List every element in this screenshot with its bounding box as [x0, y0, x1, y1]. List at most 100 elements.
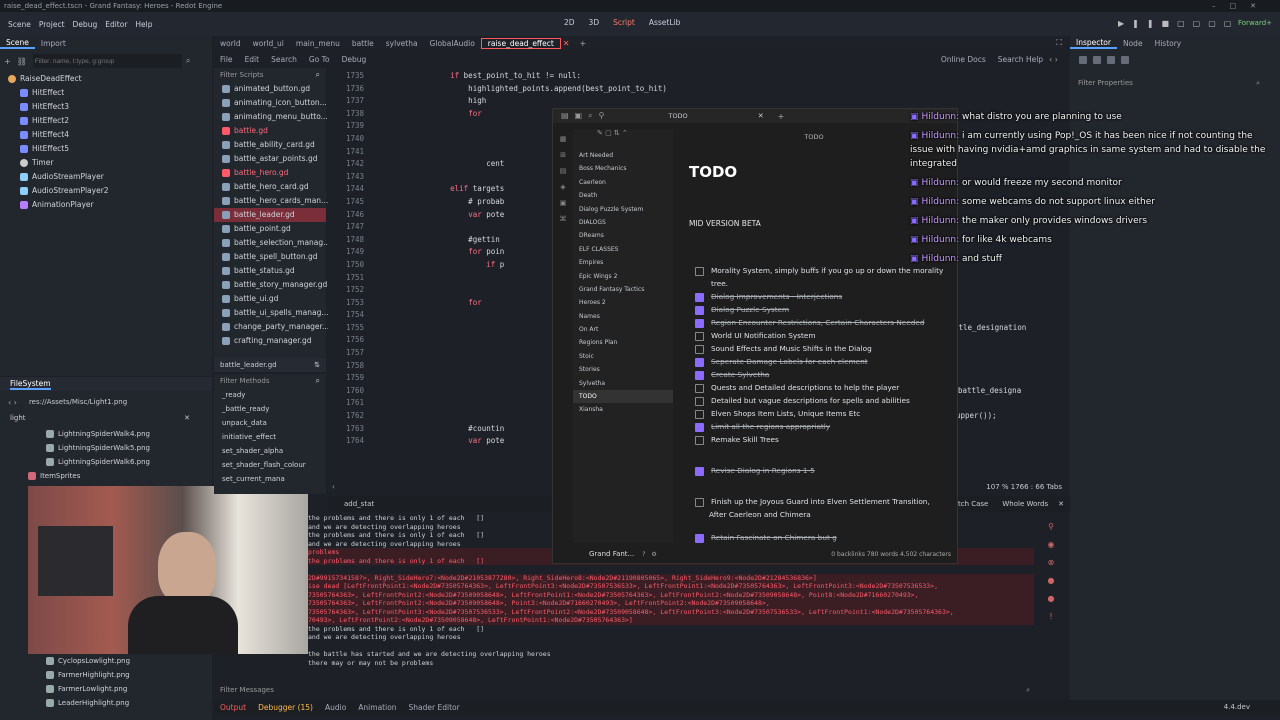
- notes-folder[interactable]: Epic Wings 2: [573, 270, 673, 283]
- script-item[interactable]: battle_ui.gd: [214, 292, 326, 306]
- tree-node[interactable]: HitEffect5: [8, 142, 212, 156]
- tree-node[interactable]: AudioStreamPlayer: [8, 170, 212, 184]
- todo-item[interactable]: Seperate Damage Labels for each element: [695, 355, 955, 368]
- collapse-arrow-icon[interactable]: ‹: [332, 483, 335, 491]
- menu-scene[interactable]: Scene: [8, 20, 31, 29]
- close-tab-icon[interactable]: ✕: [563, 39, 570, 48]
- notes-folder[interactable]: Death: [573, 189, 673, 202]
- scene-tab[interactable]: world: [214, 39, 247, 48]
- tab-import[interactable]: Import: [35, 39, 72, 48]
- script-item[interactable]: battle_hero_cards_man...: [214, 194, 328, 208]
- scene-tab[interactable]: main_menu: [290, 39, 346, 48]
- checkbox[interactable]: [695, 331, 704, 341]
- script-item[interactable]: battle_point.gd: [214, 222, 326, 236]
- close-tab-icon[interactable]: ✕: [758, 112, 764, 120]
- close-icon[interactable]: ✕: [1058, 500, 1064, 508]
- todo-item[interactable]: Remake Skill Trees: [695, 433, 955, 446]
- notes-folder[interactable]: Stories: [573, 363, 673, 376]
- script-item[interactable]: battle_hero_card.gd: [214, 180, 326, 194]
- script-item[interactable]: battle_spell_button.gd: [214, 250, 326, 264]
- todo-item[interactable]: Dialog Improvements - Interjections: [695, 290, 955, 303]
- tree-node[interactable]: HitEffect2: [8, 114, 212, 128]
- checkbox-checked[interactable]: [695, 533, 704, 543]
- checkbox[interactable]: [695, 266, 704, 276]
- checkbox-checked[interactable]: [695, 305, 704, 315]
- notes-folder[interactable]: Xiansha: [573, 403, 673, 416]
- notes-tab-title[interactable]: TODO: [668, 112, 687, 120]
- method-item[interactable]: _ready: [214, 388, 326, 402]
- open-icon[interactable]: [1093, 56, 1101, 64]
- tab-inspector[interactable]: Inspector: [1070, 38, 1117, 49]
- file-item[interactable]: LightningSpiderWalk4.png: [46, 427, 212, 441]
- checkbox-checked[interactable]: [695, 292, 704, 302]
- checkbox[interactable]: [695, 409, 704, 419]
- new-resource-icon[interactable]: [1079, 56, 1087, 64]
- method-item[interactable]: initiative_effect: [214, 430, 326, 444]
- script-item[interactable]: animated_button.gd: [214, 82, 326, 96]
- scene-tab[interactable]: sylvetha: [380, 39, 424, 48]
- save-icon[interactable]: [1107, 56, 1115, 64]
- script-menu-file[interactable]: File: [214, 55, 239, 64]
- help-icon[interactable]: ?: [642, 551, 645, 558]
- notes-folder[interactable]: Caerleon: [573, 176, 673, 189]
- todo-item[interactable]: Quests and Detailed descriptions to help…: [695, 381, 955, 394]
- file-item[interactable]: FarmerHighlight.png: [46, 668, 216, 682]
- filter-properties-input[interactable]: Filter Properties ⌕: [1070, 76, 1280, 90]
- script-item[interactable]: battle_leader.gd: [214, 208, 326, 222]
- add-node-icon[interactable]: +: [4, 57, 11, 66]
- scene-tab[interactable]: battle: [346, 39, 380, 48]
- todo-item[interactable]: Detailed but vague descriptions for spel…: [695, 394, 955, 407]
- todo-item[interactable]: Region Encounter Restrictions, Certain C…: [695, 316, 955, 329]
- notes-folder[interactable]: Heroes 2: [573, 296, 673, 309]
- tree-node[interactable]: HitEffect4: [8, 128, 212, 142]
- notes-folder[interactable]: Names: [573, 310, 673, 323]
- notes-ribbon[interactable]: ▦ ⊞ ▤ ◈ ▣ ⌘: [557, 131, 569, 227]
- menu-editor[interactable]: Editor: [105, 20, 127, 29]
- checkbox[interactable]: [695, 497, 704, 507]
- play-buttons[interactable]: ▶❚❚■▢▢▢▢: [1118, 19, 1239, 28]
- notes-folder[interactable]: Dialog Puzzle System: [573, 203, 673, 216]
- window-controls[interactable]: –□✕: [1212, 2, 1270, 10]
- history-arrows[interactable]: ‹ ›: [1049, 55, 1058, 64]
- extra-icon[interactable]: [1121, 56, 1129, 64]
- checkbox[interactable]: [695, 344, 704, 354]
- renderer-label[interactable]: Forward+: [1238, 19, 1272, 27]
- script-item[interactable]: battle_hero.gd: [214, 166, 326, 180]
- checkbox-checked[interactable]: [695, 357, 704, 367]
- menu-project[interactable]: Project: [39, 20, 65, 29]
- method-item[interactable]: set_current_mana: [214, 472, 326, 486]
- mode-assetlib[interactable]: AssetLib: [649, 18, 681, 27]
- script-item[interactable]: change_party_manager...: [214, 320, 329, 334]
- todo-item[interactable]: World UI Notification System: [695, 329, 955, 342]
- distraction-free-icon[interactable]: ⛶: [1056, 38, 1062, 48]
- tree-node[interactable]: HitEffect3: [8, 100, 212, 114]
- script-item[interactable]: battle_story_manager.gd: [214, 278, 327, 292]
- filesystem-title[interactable]: FileSystem: [10, 379, 51, 390]
- vault-name[interactable]: Grand Fant...: [589, 550, 634, 558]
- file-item[interactable]: LightningSpiderWalk6.png: [46, 455, 212, 469]
- notes-folder[interactable]: DIALOGS: [573, 216, 673, 229]
- notes-folder[interactable]: TODO: [573, 390, 673, 404]
- settings-icon[interactable]: ⚙: [651, 551, 656, 558]
- find-input[interactable]: add_stat: [344, 500, 374, 508]
- tree-node[interactable]: HitEffect: [8, 86, 212, 100]
- add-tab-icon[interactable]: +: [579, 39, 586, 48]
- menu-help[interactable]: Help: [135, 20, 152, 29]
- sort-icon[interactable]: ⇅: [314, 361, 320, 369]
- filter-messages-input[interactable]: Filter Messages: [220, 686, 274, 694]
- tab-debugger[interactable]: Debugger (15): [258, 703, 313, 712]
- script-menu-debug[interactable]: Debug: [336, 55, 373, 64]
- checkbox[interactable]: [695, 396, 704, 406]
- tab-shader-editor[interactable]: Shader Editor: [409, 703, 460, 712]
- scene-tab[interactable]: GlobalAudio: [424, 39, 481, 48]
- method-item[interactable]: set_shader_flash_colour: [214, 458, 326, 472]
- script-item[interactable]: battle_ui_spells_manag...: [214, 306, 329, 320]
- online-docs-button[interactable]: Online Docs: [935, 55, 992, 64]
- search-help-button[interactable]: Search Help: [992, 55, 1049, 64]
- checkbox-checked[interactable]: [695, 318, 704, 328]
- script-item[interactable]: crafting_manager.gd: [214, 334, 326, 348]
- script-item[interactable]: animating_icon_button...: [214, 96, 327, 110]
- nav-arrows[interactable]: ‹ ›: [8, 398, 17, 407]
- file-item[interactable]: LeaderHighlight.png: [46, 696, 216, 710]
- tab-history[interactable]: History: [1149, 39, 1188, 48]
